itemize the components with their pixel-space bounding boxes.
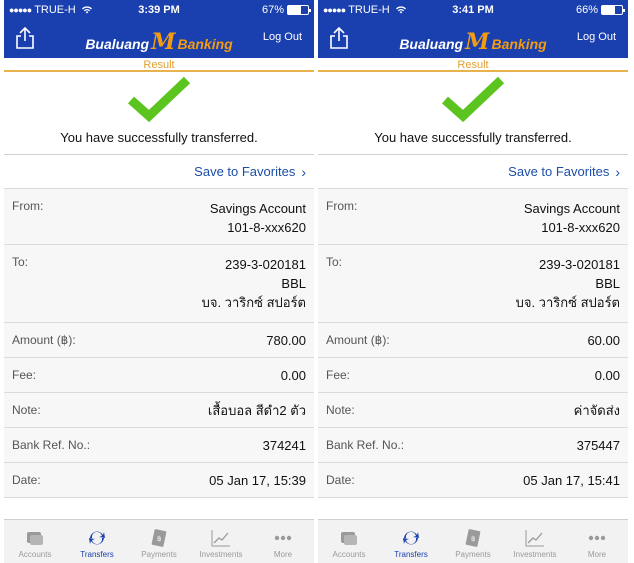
from-row: From: Savings Account 101-8-xxx620 — [318, 189, 628, 245]
tab-bar: Accounts Transfers ฿ Payments Investment… — [318, 519, 628, 563]
phone-screen-2: ●●●●● TRUE-H 3:41 PM 66% BualuangM Bankin… — [318, 0, 628, 563]
tab-payments[interactable]: ฿ Payments — [442, 520, 504, 563]
more-icon — [588, 535, 606, 541]
battery-icon — [287, 5, 311, 15]
tab-accounts[interactable]: Accounts — [318, 520, 380, 563]
logout-button[interactable]: Log Out — [263, 31, 302, 43]
transfer-details: Save to Favorites › From: Savings Accoun… — [4, 154, 314, 498]
status-bar: ●●●●● TRUE-H 3:41 PM 66% — [318, 0, 628, 20]
payments-icon: ฿ — [151, 529, 167, 547]
fee-row: Fee: 0.00 — [4, 358, 314, 393]
amount-row: Amount (฿): 780.00 — [4, 323, 314, 358]
result-tab: Result — [4, 58, 314, 72]
transfer-details: Save to Favorites › From: Savings Accoun… — [318, 154, 628, 498]
battery-percent: 67% — [261, 4, 284, 16]
tab-investments[interactable]: Investments — [190, 520, 252, 563]
bank-ref-row: Bank Ref. No.: 374241 — [4, 428, 314, 463]
date-row: Date: 05 Jan 17, 15:41 — [318, 463, 628, 498]
tab-more[interactable]: More — [252, 520, 314, 563]
transfers-icon — [89, 531, 105, 545]
success-message: You have successfully transferred. — [60, 130, 258, 145]
checkmark-icon — [442, 76, 505, 123]
amount-row: Amount (฿): 60.00 — [318, 323, 628, 358]
tab-transfers[interactable]: Transfers — [380, 520, 442, 563]
to-row: To: 239-3-020181 BBL บจ. วาริกซ์ สปอร์ต — [318, 245, 628, 323]
svg-text:฿: ฿ — [471, 535, 475, 543]
success-message: You have successfully transferred. — [374, 130, 572, 145]
from-row: From: Savings Account 101-8-xxx620 — [4, 189, 314, 245]
tab-accounts[interactable]: Accounts — [4, 520, 66, 563]
fee-row: Fee: 0.00 — [318, 358, 628, 393]
save-to-favorites-button[interactable]: Save to Favorites › — [318, 155, 628, 189]
accounts-icon — [27, 532, 43, 545]
chevron-right-icon: › — [615, 163, 620, 180]
tab-investments[interactable]: Investments — [504, 520, 566, 563]
logout-button[interactable]: Log Out — [577, 31, 616, 43]
note-row: Note: เสื้อบอล สีดำ2 ตัว — [4, 393, 314, 428]
payments-icon: ฿ — [465, 529, 481, 547]
app-header: ●●●●● TRUE-H 3:39 PM 67% BualuangM Bankin… — [4, 0, 314, 58]
tab-more[interactable]: More — [566, 520, 628, 563]
bank-ref-row: Bank Ref. No.: 375447 — [318, 428, 628, 463]
status-bar: ●●●●● TRUE-H 3:39 PM 67% — [4, 0, 314, 20]
result-tab: Result — [318, 58, 628, 72]
accounts-icon — [341, 532, 357, 545]
svg-text:฿: ฿ — [157, 535, 161, 543]
phone-screen-1: ●●●●● TRUE-H 3:39 PM 67% BualuangM Bankin… — [4, 0, 314, 563]
tab-bar: Accounts Transfers ฿ Payments Investment… — [4, 519, 314, 563]
save-to-favorites-button[interactable]: Save to Favorites › — [4, 155, 314, 189]
battery-icon — [601, 5, 625, 15]
more-icon — [274, 535, 292, 541]
checkmark-icon — [128, 76, 191, 123]
app-header: ●●●●● TRUE-H 3:41 PM 66% BualuangM Bankin… — [318, 0, 628, 58]
tab-payments[interactable]: ฿ Payments — [128, 520, 190, 563]
note-row: Note: ค่าจัดส่ง — [318, 393, 628, 428]
transfers-icon — [403, 531, 419, 545]
to-row: To: 239-3-020181 BBL บจ. วาริกซ์ สปอร์ต — [4, 245, 314, 323]
tab-transfers[interactable]: Transfers — [66, 520, 128, 563]
investments-icon — [525, 530, 544, 547]
investments-icon — [211, 530, 230, 547]
battery-percent: 66% — [575, 4, 598, 16]
chevron-right-icon: › — [301, 163, 306, 180]
date-row: Date: 05 Jan 17, 15:39 — [4, 463, 314, 498]
